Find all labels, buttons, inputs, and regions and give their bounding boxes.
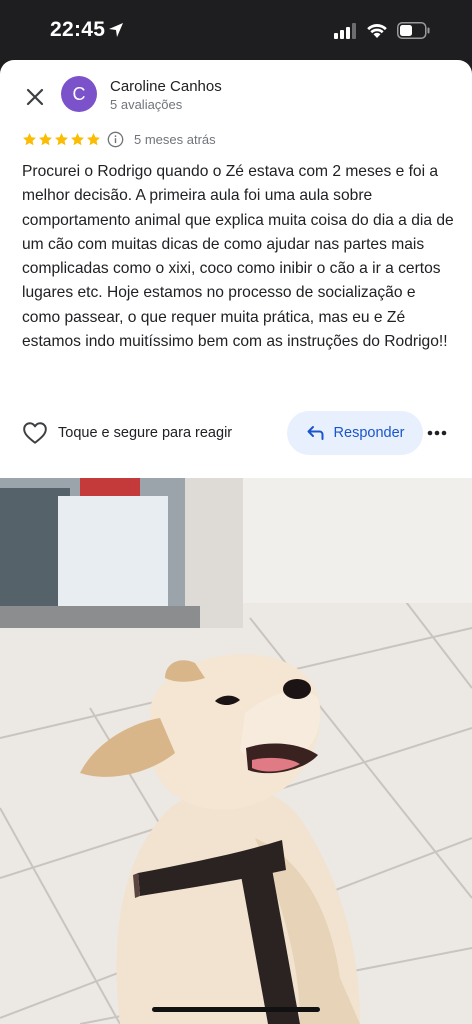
heart-icon [23,422,47,444]
star-icon [71,132,84,145]
home-indicator[interactable] [152,1007,320,1012]
cellular-signal-icon [334,23,358,44]
review-card: C Caroline Canhos 5 avaliações 5 meses a… [0,60,472,478]
status-bar: 22:45 [0,0,472,62]
rating-row: 5 meses atrás [22,130,216,148]
avatar[interactable]: C [61,76,97,112]
review-text: Procurei o Rodrigo quando o Zé estava co… [22,163,454,351]
dog-photo-image [0,478,472,1024]
location-arrow-icon [108,22,124,43]
review-photo[interactable] [0,478,472,1024]
author-name[interactable]: Caroline Canhos [110,78,222,95]
star-rating [22,132,101,147]
battery-icon [397,22,431,44]
author-reviews-count: 5 avaliações [110,97,183,112]
status-time: 22:45 [50,18,106,41]
review-time-ago: 5 meses atrás [134,131,216,147]
reply-arrow-icon [307,426,324,440]
star-icon [87,132,100,145]
react-button[interactable]: Toque e segure para reagir [22,420,232,446]
close-button[interactable] [22,84,48,110]
reply-label: Responder [333,425,405,441]
reply-button[interactable]: Responder [287,411,423,455]
wifi-icon [365,21,389,44]
star-icon [55,132,68,145]
star-icon [39,132,52,145]
star-icon [23,132,36,145]
more-options-button[interactable] [425,422,449,444]
react-label: Toque e segure para reagir [58,425,233,441]
info-icon[interactable] [107,131,124,148]
close-icon [26,88,44,106]
more-horizontal-icon [427,430,447,436]
